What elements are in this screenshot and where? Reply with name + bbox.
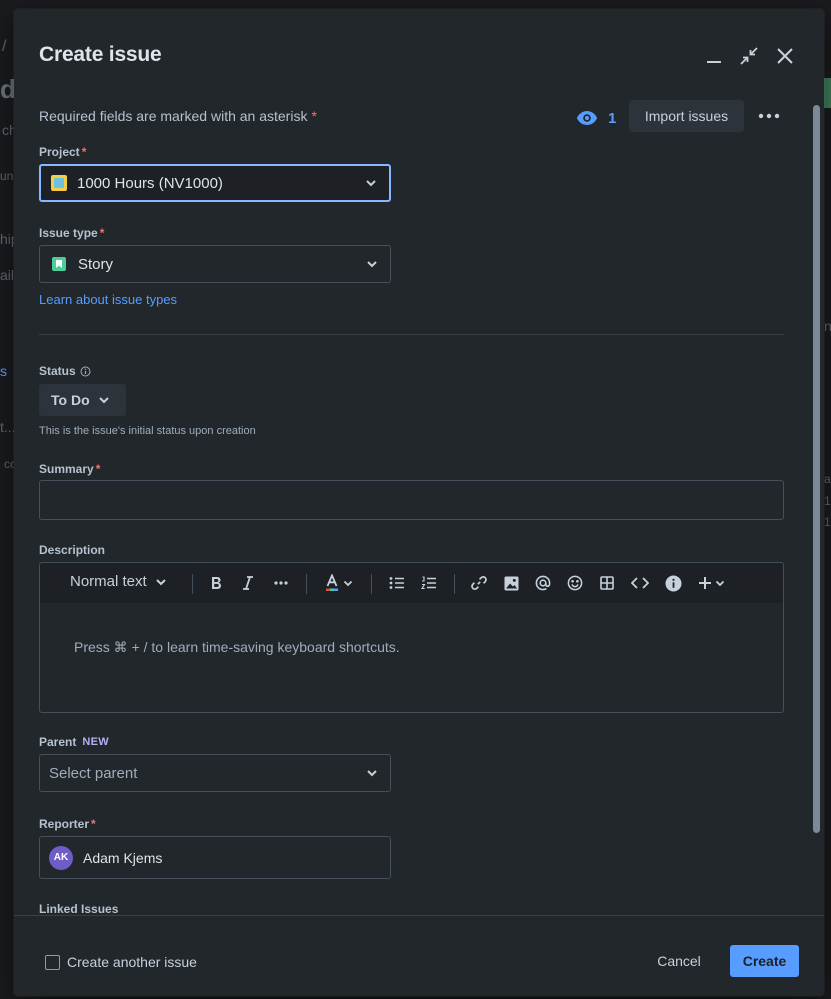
learn-issue-types-link[interactable]: Learn about issue types [39,292,177,307]
bg-fragment: 1 [824,515,831,529]
required-asterisk: * [91,817,96,831]
required-note-text: Required fields are marked with an aster… [39,108,308,124]
chevron-down-icon [98,397,109,404]
required-asterisk: * [81,145,87,159]
issue-type-value: Story [78,255,114,273]
summary-label: Summary * [39,462,100,476]
numbered-list-icon[interactable] [418,573,440,593]
editor-toolbar: Normal text [40,563,783,603]
summary-label-text: Summary [39,462,94,476]
create-another-label[interactable]: Create another issue [67,954,197,970]
required-asterisk: * [99,226,105,240]
status-dropdown-button[interactable]: To Do [39,384,126,416]
chevron-down-icon [155,578,166,585]
minimize-icon[interactable] [703,45,725,67]
summary-input[interactable] [39,480,784,520]
project-value: 1000 Hours (NV1000) [77,174,223,192]
parent-select[interactable]: Select parent [39,754,391,792]
required-asterisk: * [311,108,317,124]
close-icon[interactable] [774,45,796,67]
table-icon[interactable] [596,573,618,593]
collapse-icon[interactable] [738,45,760,67]
issue-type-select[interactable]: Story [39,245,391,283]
toolbar-separator [306,574,307,594]
watch-button[interactable]: 1 [576,105,616,131]
parent-label-text: Parent [39,735,77,749]
chevron-down-icon [367,770,377,777]
import-issues-button[interactable]: Import issues [629,100,744,132]
reporter-select[interactable]: AK Adam Kjems [39,836,391,879]
status-label-text: Status [39,364,76,378]
reporter-label: Reporter * [39,817,96,831]
mention-icon[interactable] [532,573,554,593]
more-formatting-icon[interactable] [270,573,292,593]
description-placeholder: Press ⌘ + / to learn time-saving keyboar… [74,639,400,655]
eye-icon [577,111,597,125]
issue-type-label-text: Issue type [39,226,98,240]
info-panel-icon[interactable] [662,573,684,593]
italic-icon[interactable] [238,573,258,593]
description-editor[interactable]: Normal text Press ⌘ + / to learn time-sa… [39,562,784,713]
create-issue-modal: Create issue Required fields are marked … [14,9,824,996]
create-another-checkbox[interactable] [45,955,60,970]
status-label: Status [39,364,91,378]
story-icon [52,257,66,271]
toolbar-separator [371,574,372,594]
toolbar-separator [454,574,455,594]
code-icon[interactable] [628,573,652,593]
info-icon[interactable] [80,366,91,377]
chevron-down-icon [367,261,377,268]
image-icon[interactable] [500,573,522,593]
text-color-icon[interactable] [322,573,356,593]
project-label: Project * [39,145,86,159]
bg-fragment: 10 [824,494,831,508]
parent-placeholder: Select parent [49,764,138,782]
status-helper-text: This is the issue's initial status upon … [39,425,256,437]
reporter-label-text: Reporter [39,817,90,831]
avatar: AK [49,845,73,870]
bg-fragment: s [0,363,7,379]
bg-fragment: / [2,38,7,55]
required-note: Required fields are marked with an aster… [39,108,317,124]
project-select[interactable]: 1000 Hours (NV1000) [39,164,391,202]
description-label: Description [39,543,106,557]
project-label-text: Project [39,145,80,159]
reporter-name: Adam Kjems [83,849,163,866]
watchers-count: 1 [608,109,617,127]
scrollbar-thumb[interactable] [813,105,820,833]
modal-footer: Create another issue Cancel Create [14,915,824,996]
text-style-value: Normal text [70,573,147,590]
bold-icon[interactable] [206,573,226,593]
bg-fragment: al [824,472,831,486]
text-style-dropdown[interactable]: Normal text [70,573,167,590]
issue-type-label: Issue type * [39,226,104,240]
modal-title: Create issue [39,43,162,66]
link-icon[interactable] [468,573,490,593]
chevron-down-icon [366,180,376,187]
more-horizontal-icon[interactable] [756,105,782,127]
create-button[interactable]: Create [730,945,799,977]
toolbar-separator [192,574,193,594]
project-avatar-icon [51,175,67,191]
bullet-list-icon[interactable] [386,573,408,593]
new-badge: NEW [82,736,109,748]
required-asterisk: * [95,462,101,476]
section-divider [39,334,784,335]
linked-issues-label: Linked Issues [39,902,119,916]
bg-fragment: n [824,318,831,334]
insert-plus-icon[interactable] [695,573,727,593]
cancel-button[interactable]: Cancel [644,945,714,977]
status-value: To Do [51,392,90,408]
parent-label: Parent NEW [39,735,109,749]
emoji-icon[interactable] [564,573,586,593]
